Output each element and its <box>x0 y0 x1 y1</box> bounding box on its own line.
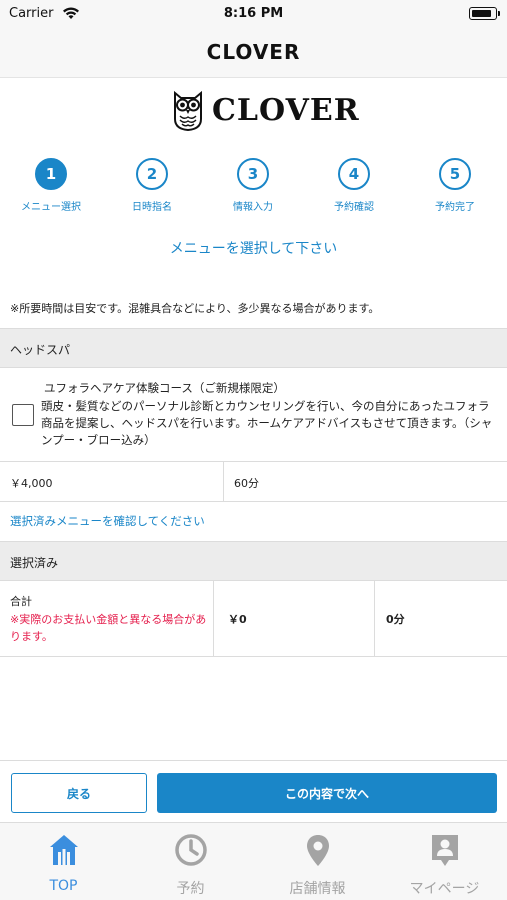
step-number: 5 <box>439 158 471 190</box>
navigation-bar: CLOVER <box>0 28 507 78</box>
progress-steps: 1 メニュー選択 2 日時指名 3 情報入力 4 予約確認 5 予約完了 <box>0 158 507 220</box>
step-label: 予約完了 <box>435 202 475 213</box>
payment-warning: ※実際のお支払い金額と異なる場合があります。 <box>10 613 207 643</box>
menu-description: 頭皮・髪質などのパーソナル診断とカウンセリングを行い、今の自分にあったユフォラ商… <box>41 399 493 447</box>
step-label: 日時指名 <box>132 202 172 213</box>
brand-logo: CLOVER <box>172 88 360 132</box>
status-bar: Carrier 8:16 PM <box>0 0 507 28</box>
divider <box>223 462 224 501</box>
step-2: 2 日時指名 <box>102 158 202 213</box>
tab-label: 店舗情報 <box>289 881 346 897</box>
total-time: 0分 <box>386 613 405 626</box>
action-bar: 戻る この内容で次へ <box>0 760 507 822</box>
tab-top[interactable]: TOP <box>0 823 127 900</box>
location-pin-icon <box>307 835 329 866</box>
price-row: ￥4,000 60分 <box>0 462 507 502</box>
step-4: 4 予約確認 <box>304 158 404 213</box>
tab-my-page[interactable]: マイページ <box>381 823 507 900</box>
status-time: 8:16 PM <box>223 6 284 21</box>
divider <box>213 581 214 656</box>
step-label: 予約確認 <box>334 202 374 213</box>
step-number: 1 <box>35 158 67 190</box>
tab-label: 予約 <box>176 881 205 897</box>
category-header: ヘッドスパ <box>0 328 507 368</box>
step-number: 3 <box>237 158 269 190</box>
category-title: ヘッドスパ <box>10 343 71 357</box>
step-label: 情報入力 <box>233 202 273 213</box>
step-3: 3 情報入力 <box>203 158 303 213</box>
battery-icon <box>469 7 500 20</box>
tab-store-info[interactable]: 店舗情報 <box>254 823 381 900</box>
clock-icon <box>175 834 207 866</box>
total-amount: ￥0 <box>228 613 247 626</box>
owl-logo-icon <box>174 90 202 131</box>
tab-reservation[interactable]: 予約 <box>127 823 254 900</box>
step-5: 5 予約完了 <box>405 158 505 213</box>
duration-note: ※所要時間は目安です。混雑具合などにより、多少異なる場合があります。 <box>10 302 380 315</box>
step-1: 1 メニュー選択 <box>1 158 101 213</box>
menu-price: ￥4,000 <box>10 477 53 490</box>
instruction-text: メニューを選択して下さい <box>169 241 338 257</box>
tab-label: マイページ <box>409 881 480 897</box>
selected-section-header: 選択済み <box>0 541 507 581</box>
total-label: 合計 <box>10 595 32 608</box>
menu-checkbox[interactable] <box>12 404 34 426</box>
tab-bar: TOP 予約 店舗情報 マイページ <box>0 822 507 900</box>
divider <box>374 581 375 656</box>
menu-item[interactable]: ユフォラヘアケア体験コース（ご新規様限定） 頭皮・髪質などのパーソナル診断とカウ… <box>0 368 507 462</box>
home-icon <box>50 835 78 865</box>
step-number: 4 <box>338 158 370 190</box>
tab-label: TOP <box>49 878 78 894</box>
logo-text: CLOVER <box>212 92 360 128</box>
step-number: 2 <box>136 158 168 190</box>
confirm-selected-link[interactable]: 選択済みメニューを確認してください <box>10 513 205 529</box>
menu-title: ユフォラヘアケア体験コース（ご新規様限定） <box>44 381 285 395</box>
battery-fill <box>472 10 491 17</box>
menu-duration: 60分 <box>234 477 259 490</box>
step-label: メニュー選択 <box>21 202 81 213</box>
next-button[interactable]: この内容で次へ <box>157 773 497 813</box>
profile-card-icon <box>432 835 458 866</box>
back-button[interactable]: 戻る <box>11 773 147 813</box>
total-row: 合計 ※実際のお支払い金額と異なる場合があります。 ￥0 0分 <box>0 581 507 657</box>
selected-section-title: 選択済み <box>10 556 59 570</box>
nav-title: CLOVER <box>206 40 301 64</box>
